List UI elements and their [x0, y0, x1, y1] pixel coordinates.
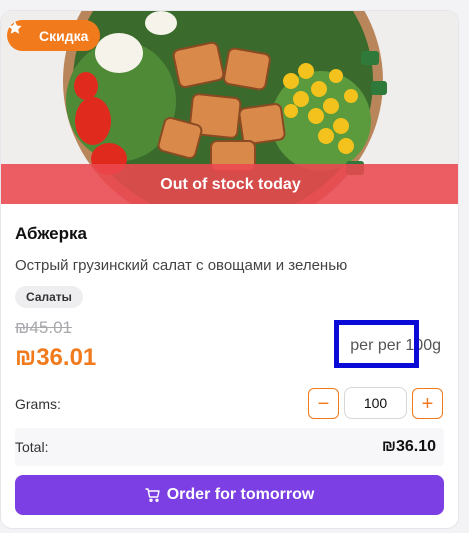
out-of-stock-banner: Out of stock today	[1, 164, 458, 204]
current-price: ₪36.01	[15, 344, 97, 371]
order-button-label: Order for tomorrow	[166, 486, 315, 503]
total-row: Total: ₪36.10	[15, 428, 444, 466]
grams-input[interactable]	[344, 387, 407, 419]
total-value: ₪36.10	[381, 438, 436, 455]
discount-badge: Скидка	[7, 20, 101, 51]
product-title: Абжерка	[15, 224, 87, 243]
product-card: Скидка Out of stock today Абжерка Острый…	[0, 10, 459, 529]
product-image: Скидка Out of stock today	[1, 11, 458, 204]
highlight-box	[334, 320, 419, 368]
product-description: Острый грузинский салат с овощами и зеле…	[15, 257, 348, 274]
cart-icon	[145, 487, 161, 503]
order-button[interactable]: Order for tomorrow	[15, 475, 444, 515]
decrease-button[interactable]: −	[308, 388, 339, 419]
badge-label: Скидка	[39, 27, 89, 44]
increase-button[interactable]: +	[412, 388, 443, 419]
star-icon	[8, 21, 33, 44]
old-price: ₪45.01	[15, 318, 72, 337]
grams-label: Grams:	[15, 396, 61, 412]
category-tag[interactable]: Салаты	[15, 286, 83, 308]
total-label: Total:	[15, 439, 49, 455]
